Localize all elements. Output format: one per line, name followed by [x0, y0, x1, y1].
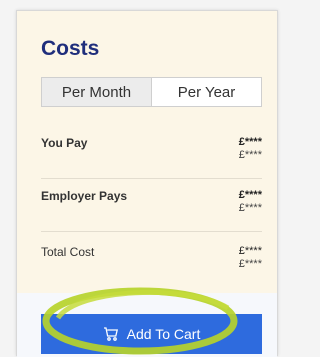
- total-cost-primary: £****: [238, 245, 262, 257]
- employer-pays-primary: £****: [238, 189, 262, 201]
- you-pay-primary: £****: [238, 136, 262, 148]
- employer-pays-secondary: £****: [238, 202, 262, 214]
- per-year-option[interactable]: Per Year: [152, 78, 261, 106]
- cart-icon: [103, 327, 118, 341]
- employer-pays-amounts: £**** £****: [239, 189, 262, 215]
- employer-pays-label: Employer Pays: [41, 189, 128, 203]
- divider: [41, 178, 262, 179]
- divider: [41, 231, 262, 232]
- add-to-cart-label: Add To Cart: [126, 326, 201, 342]
- costs-title: Costs: [41, 37, 100, 60]
- you-pay-row: You Pay £**** £****: [41, 136, 262, 162]
- costs-card: Costs Per Month Per Year You Pay £**** £…: [16, 10, 278, 357]
- total-cost-label: Total Cost: [41, 245, 95, 259]
- employer-pays-row: Employer Pays £**** £****: [41, 189, 262, 215]
- you-pay-amounts: £**** £****: [239, 136, 262, 162]
- total-cost-secondary: £****: [238, 258, 262, 270]
- you-pay-secondary: £****: [238, 149, 262, 161]
- per-month-option[interactable]: Per Month: [42, 78, 152, 106]
- period-toggle[interactable]: Per Month Per Year: [41, 77, 262, 107]
- total-cost-amounts: £**** £****: [239, 245, 262, 271]
- you-pay-label: You Pay: [41, 136, 88, 150]
- costs-card-content: Costs Per Month Per Year You Pay £**** £…: [17, 11, 277, 357]
- add-to-cart-button[interactable]: Add To Cart: [41, 314, 262, 354]
- total-cost-row: Total Cost £**** £****: [41, 245, 262, 271]
